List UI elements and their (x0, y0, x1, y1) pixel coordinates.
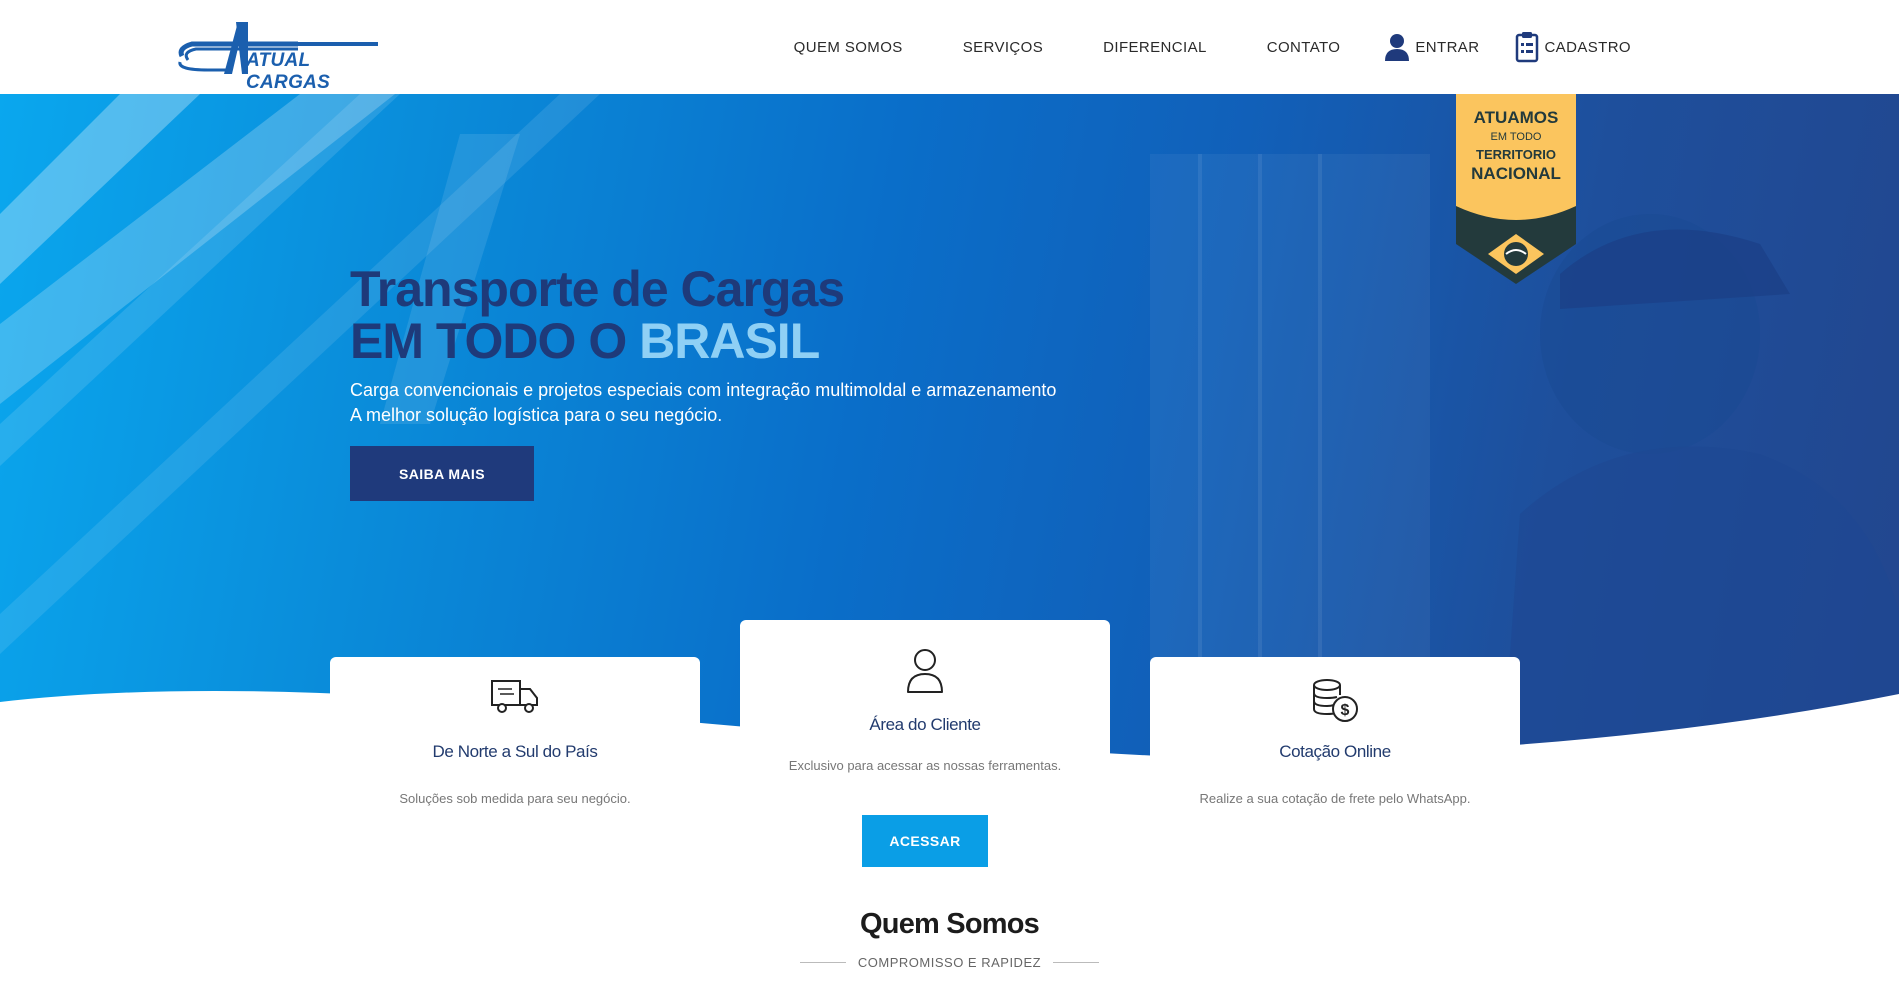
logo-text: ATUAL CARGAS (246, 50, 331, 93)
coverage-badge: ATUAMOS EM TODO TERRITORIO NACIONAL (1456, 94, 1576, 284)
nav-quem-somos[interactable]: QUEM SOMOS (794, 39, 903, 56)
badge-line4: NACIONAL (1471, 164, 1561, 183)
main-nav: QUEM SOMOS SERVIÇOS DIFERENCIAL CONTATO … (794, 0, 1631, 94)
card-norte-sul: De Norte a Sul do País Soluções sob medi… (330, 657, 700, 907)
saiba-mais-button[interactable]: SAIBA MAIS (350, 446, 534, 501)
nav-diferencial[interactable]: DIFERENCIAL (1103, 39, 1207, 56)
section-subtitle: COMPROMISSO E RAPIDEZ (0, 955, 1899, 970)
login-link[interactable]: ENTRAR (1384, 33, 1479, 61)
divider-right (1053, 962, 1100, 963)
user-outline-icon (907, 649, 943, 693)
nav-contato[interactable]: CONTATO (1267, 39, 1341, 56)
user-icon (1385, 34, 1410, 61)
clipboard-icon (1516, 32, 1539, 63)
hero-subtitle: Carga convencionais e projetos especiais… (350, 378, 1056, 428)
hero-title-dark: EM TODO O (350, 313, 627, 369)
card-title: Cotação Online (1279, 742, 1391, 761)
badge-line2: EM TODO (1490, 131, 1542, 143)
logo[interactable]: ATUAL CARGAS (178, 16, 380, 93)
acessar-button[interactable]: ACESSAR (862, 815, 988, 867)
divider-left (799, 962, 846, 963)
hero-title-light: BRASIL (639, 313, 820, 369)
truck-icon (491, 680, 538, 713)
svg-text:$: $ (1341, 702, 1350, 719)
card-cotacao: $ Cotação Online Realize a sua cotação d… (1150, 657, 1520, 907)
card-title: De Norte a Sul do País (432, 742, 598, 761)
card-desc: Exclusivo para acessar as nossas ferrame… (788, 758, 1062, 773)
hero-subtitle-line2: A melhor solução logística para o seu ne… (350, 405, 723, 425)
login-label: ENTRAR (1415, 38, 1480, 56)
badge-line1: ATUAMOS (1473, 108, 1559, 127)
hero-title-line1: Transporte de Cargas (350, 261, 845, 317)
badge-line3: TERRITORIO (1476, 147, 1556, 162)
card-desc: Soluções sob medida para seu negócio. (399, 791, 631, 806)
signup-label: CADASTRO (1544, 38, 1631, 56)
section-title-quem-somos: Quem Somos (860, 908, 1040, 940)
nav-servicos[interactable]: SERVIÇOS (963, 39, 1043, 56)
card-title: Área do Cliente (869, 715, 981, 734)
hero-title-line2: EM TODO O BRASIL (350, 312, 820, 370)
coins-dollar-icon: $ (1313, 679, 1358, 722)
signup-link[interactable]: CADASTRO (1515, 31, 1631, 63)
card-desc: Realize a sua cotação de frete pelo What… (1199, 791, 1471, 806)
section-subtitle-text: COMPROMISSO E RAPIDEZ (857, 955, 1042, 970)
hero-subtitle-line1: Carga convencionais e projetos especiais… (350, 380, 1057, 400)
site-header: ATUAL CARGAS QUEM SOMOS SERVIÇOS DIFEREN… (0, 0, 1899, 94)
